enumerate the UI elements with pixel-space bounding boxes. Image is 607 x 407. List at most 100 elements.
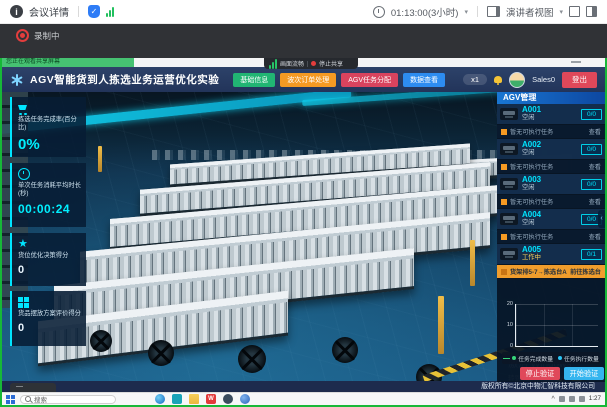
nav-wave-order-button[interactable]: 波次订单处理 [280, 73, 336, 87]
tray-icon[interactable] [579, 396, 585, 402]
kpi-label: 单次任务消耗平均时长(秒) [18, 182, 81, 198]
legend-item: 任务完成数量 [503, 354, 553, 363]
share-control-tab: 画面流畅 停止共享 [264, 58, 358, 69]
app-icon[interactable] [223, 394, 233, 404]
agv-task-text: 暂无可执行任务 [510, 232, 553, 241]
bell-icon[interactable] [494, 76, 502, 83]
agv-task-action[interactable]: 查看 [589, 127, 601, 136]
agv-status: 空闲 [522, 220, 541, 227]
meeting-details-label[interactable]: 会议详情 [29, 4, 69, 19]
stop-share-label[interactable]: 停止共享 [319, 59, 343, 68]
agv-task-action[interactable]: 查看 [589, 197, 601, 206]
tray-icon[interactable] [569, 396, 575, 402]
agv-count-badge[interactable]: 0/1 [581, 249, 602, 260]
share-banner-text: 您正在观看共享屏幕 [2, 58, 134, 67]
agv-status: 空闲 [522, 150, 541, 157]
chevron-down-icon[interactable]: ▾ [464, 8, 468, 16]
agv-row[interactable]: A002 空闲 0/0 [497, 139, 605, 160]
nav-basic-info-button[interactable]: 基础信息 [233, 73, 275, 87]
taskbar-search-input[interactable]: 搜索 [20, 395, 116, 404]
system-tray: ^ 1:27 [551, 396, 601, 403]
chart-legend: 任务完成数量 任务执行数量 [502, 352, 600, 364]
agv-count-badge[interactable]: 0/0 [581, 179, 602, 190]
window-mode-icon[interactable] [586, 6, 597, 17]
task-bullet-icon [501, 164, 507, 170]
agv-row[interactable]: A001 空闲 0/0 [497, 104, 605, 125]
minimized-window-tab[interactable]: — [10, 383, 56, 392]
pillar [438, 296, 444, 354]
stop-share-dot-icon[interactable] [311, 61, 316, 66]
folder-icon[interactable] [189, 394, 199, 404]
kpi-label: 拣选任务完成率(百分比) [18, 116, 81, 132]
agv-row[interactable]: A003 空闲 0/0 [497, 174, 605, 195]
agv-task-action[interactable]: 查看 [589, 232, 601, 241]
kpi-card-avg-task-time: 单次任务消耗平均时长(秒) 00:00:24 [10, 163, 86, 227]
view-mode-selector[interactable]: 演讲者视图 [506, 5, 554, 19]
panel-collapse-handle[interactable]: ‹ [598, 210, 605, 228]
meeting-duration[interactable]: 01:13:00(3小时) [391, 5, 459, 19]
stop-verify-button[interactable]: 停止验证 [520, 367, 560, 380]
office-app-icon[interactable]: W [206, 394, 216, 404]
agv-task-row: 暂无可执行任务 查看 [497, 160, 605, 174]
start-button[interactable] [6, 395, 15, 404]
layout-view-icon [487, 6, 500, 17]
browser-icon[interactable] [155, 394, 165, 404]
agv-task-action[interactable]: 前往拣选台 [570, 267, 601, 276]
sim-speed-button[interactable]: x1 [463, 74, 487, 85]
kpi-label: 货品摆放方案评价得分 [18, 310, 81, 318]
network-signal-icon[interactable] [106, 7, 114, 17]
pillar [98, 146, 102, 172]
floor-fan [90, 330, 112, 352]
agv-count-badge[interactable]: 0/0 [581, 144, 602, 155]
agv-panel-title: AGV管理 [497, 91, 605, 104]
divider [78, 6, 79, 17]
agv-row[interactable]: A005 工作中 0/1 [497, 244, 605, 265]
y-axis-tick: 20 [500, 301, 513, 307]
tray-expand-icon[interactable]: ^ [551, 396, 554, 403]
agv-row[interactable]: A004 空闲 0/0 [497, 209, 605, 230]
agv-robot-icon [500, 213, 518, 225]
meeting-info-icon[interactable]: i [10, 5, 23, 18]
recording-label: 录制中 [34, 30, 60, 42]
boxes-icon [18, 297, 23, 302]
floor-fan [332, 337, 358, 363]
share-signal-icon [269, 59, 277, 69]
agv-count-badge[interactable]: 0/0 [581, 109, 602, 120]
star-icon: ★ [18, 239, 28, 249]
avatar[interactable] [509, 72, 525, 88]
divider [477, 6, 478, 17]
kpi-card-pick-completion: 拣选任务完成率(百分比) 0% [10, 97, 86, 157]
chevron-down-icon[interactable]: ▾ [559, 8, 563, 16]
agv-task-action[interactable]: 查看 [589, 162, 601, 171]
kpi-value: 0 [18, 322, 81, 334]
kpi-card-placement-score: 货品摆放方案评价得分 0 [10, 291, 86, 346]
share-quality-label: 画面流畅 [280, 59, 304, 68]
banner-minimize-icon[interactable] [571, 61, 581, 63]
agv-status: 空闲 [522, 115, 541, 122]
security-shield-icon[interactable]: ✓ [88, 5, 100, 18]
agv-panel: AGV管理 A001 空闲 0/0 暂无可执行任务 查看 A002 空闲 0/0… [497, 91, 605, 382]
nav-data-view-button[interactable]: 数据查看 [403, 73, 445, 87]
app-title: AGV智能货到人拣选业务运营优化实验 [30, 72, 219, 87]
agv-status: 工作中 [522, 255, 541, 262]
task-bullet-icon [501, 129, 507, 135]
taskbar-clock[interactable]: 1:27 [589, 396, 601, 402]
logout-button[interactable]: 登出 [562, 72, 597, 88]
meeting-app-icon[interactable] [172, 394, 182, 404]
floor-fan [238, 345, 266, 373]
search-icon [25, 396, 31, 402]
agv-task-text: 暂无可执行任务 [510, 197, 553, 206]
pillar [470, 240, 475, 286]
agv-task-row: 暂无可执行任务 查看 [497, 195, 605, 209]
start-verify-button[interactable]: 开始验证 [564, 367, 604, 380]
task-bullet-icon [501, 269, 507, 275]
kpi-label: 货位优化决策得分 [18, 252, 81, 260]
shared-screen-region: 您正在观看共享屏幕 画面流畅 停止共享 AGV智能货到人拣选业务运营优化实验 基… [0, 58, 607, 407]
recording-dot-icon [16, 29, 29, 42]
tray-icon[interactable] [559, 396, 565, 402]
app-icon[interactable] [240, 394, 250, 404]
meeting-timer-icon [373, 6, 385, 18]
search-placeholder: 搜索 [34, 394, 47, 404]
fullscreen-icon[interactable] [569, 6, 580, 17]
nav-agv-task-button[interactable]: AGV任务分配 [341, 73, 398, 87]
